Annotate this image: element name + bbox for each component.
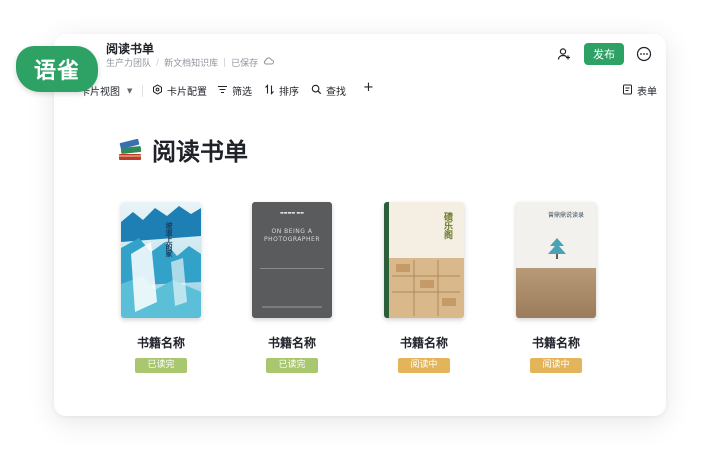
breadcrumb: 生产力团队 / 新文档知识库 | 已保存 [106, 56, 275, 69]
page-heading: 阅读书单 [116, 132, 248, 167]
logo-text: 语雀 [33, 59, 80, 84]
status-badge: 阅读中 [530, 358, 582, 373]
filter-label: 筛选 [232, 87, 252, 98]
card-config-label: 卡片配置 [167, 87, 207, 98]
filter-button[interactable]: 筛选 [217, 83, 252, 98]
add-view-button[interactable]: + [363, 80, 374, 95]
view-toolbar: 卡片视图 ▼ 卡片配置 筛选 排序 查找 + 表单 [54, 80, 666, 102]
card-config-button[interactable]: 卡片配置 [152, 83, 207, 98]
cloud-icon [263, 57, 275, 68]
status-badge: 已读完 [266, 358, 318, 373]
card-config-icon [152, 83, 163, 98]
search-label: 查找 [326, 87, 346, 98]
add-member-icon[interactable] [554, 44, 574, 64]
save-status: 已保存 [231, 59, 259, 69]
app-logo: 语雀 [16, 46, 98, 92]
book-name: 书籍名称 [267, 336, 316, 350]
sort-icon [264, 83, 275, 98]
sort-button[interactable]: 排序 [264, 83, 299, 98]
cover-title: 坡道上的家 [165, 222, 173, 257]
cover-footer [262, 306, 322, 308]
cover-band [516, 268, 596, 318]
page-title: 阅读书单 [152, 138, 248, 166]
status-badge: 已读完 [135, 358, 187, 373]
book-cover-image[interactable]: ▬▬▬▬ ▬▬ ON BEING A PHOTOGRAPHER [252, 202, 332, 318]
books-icon [116, 136, 144, 164]
more-icon[interactable] [634, 44, 654, 64]
book-name: 书籍名称 [136, 336, 185, 350]
chevron-down-icon: ▼ [127, 86, 133, 95]
breadcrumb-library[interactable]: 新文档知识库 [164, 56, 218, 69]
toolbar-divider [142, 85, 143, 97]
search-button[interactable]: 查找 [311, 83, 346, 98]
sort-label: 排序 [279, 87, 299, 98]
book-name: 书籍名称 [531, 336, 580, 350]
book-cover-image[interactable]: 坡道上的家 [121, 202, 201, 318]
filter-icon [217, 84, 228, 98]
cover-title: 碛乐阁 [442, 212, 452, 239]
document-title[interactable]: 阅读书单 [106, 40, 154, 57]
form-icon [622, 84, 633, 98]
publish-button[interactable]: 发布 [584, 43, 624, 65]
book-cover-image[interactable]: 碛乐阁 [384, 202, 464, 318]
header-actions: 发布 [554, 43, 654, 65]
search-icon [311, 84, 322, 98]
status-badge: 阅读中 [398, 358, 450, 373]
book-name: 书籍名称 [399, 336, 448, 350]
form-button[interactable]: 表单 [622, 83, 657, 98]
book-cover-image[interactable]: 曾鼎鼎说读录 [516, 202, 596, 318]
breadcrumb-team[interactable]: 生产力团队 [106, 56, 151, 69]
cover-subtitle: ▬▬▬▬ ▬▬ [280, 210, 304, 215]
document-window: 阅读书单 生产力团队 / 新文档知识库 | 已保存 发布 卡片视图 ▼ 卡片配置 [54, 34, 666, 416]
cover-title: ON BEING A PHOTOGRAPHER [263, 228, 320, 243]
cover-rule [260, 268, 324, 269]
cover-title: 曾鼎鼎说读录 [547, 212, 584, 219]
form-label: 表单 [637, 87, 657, 98]
